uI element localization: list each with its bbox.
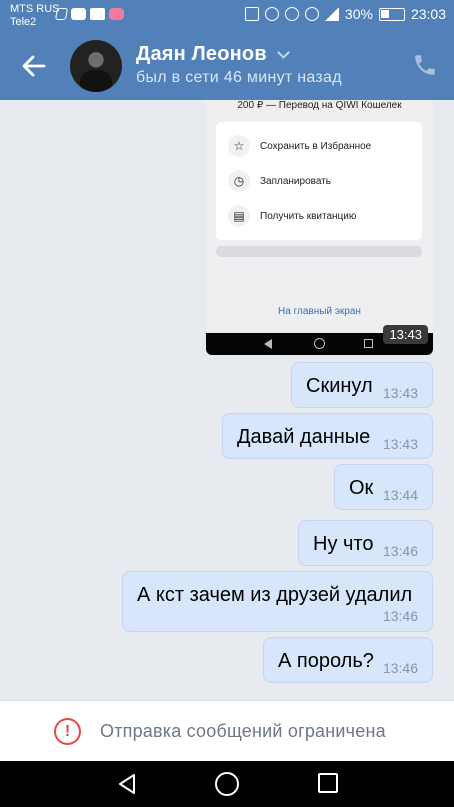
image-title: 200 ₽ — Перевод на QIWI Кошелек (237, 100, 402, 111)
message-bubble[interactable]: Скинул 13:43 (291, 362, 433, 408)
instagram-icon (109, 8, 124, 20)
arrow-left-icon[interactable] (18, 50, 50, 82)
message-bubble[interactable]: Давай данные 13:43 (222, 413, 433, 459)
message-bubble[interactable]: Ну что 13:46 (298, 520, 433, 566)
message-text: Скинул (306, 375, 373, 397)
restriction-bar: ! Отправка сообщений ограничена (0, 700, 454, 761)
message-time: 13:46 (382, 660, 418, 676)
image-actions-card: ☆ Сохранить в Избранное ◷ Запланировать … (216, 122, 422, 240)
youtube-icon (71, 8, 86, 20)
receipt-icon: ▤ (228, 205, 250, 227)
contact-name-text: Даян Леонов (136, 43, 267, 65)
message-time: 13:46 (382, 543, 418, 559)
last-seen: был в сети 46 минут назад (136, 69, 342, 86)
signal-icon (324, 7, 339, 21)
status-bar: MTS RUS Tele2 30% 23:03 (0, 0, 454, 32)
alarm-icon (264, 7, 279, 21)
message-bubble[interactable]: А пороль? 13:46 (263, 637, 433, 683)
avatar[interactable] (70, 40, 122, 92)
nav-recents-icon[interactable] (318, 773, 338, 793)
message-bubble[interactable]: Ок 13:44 (334, 464, 433, 510)
nav-home-icon[interactable] (215, 772, 239, 796)
mail-icon (90, 8, 105, 20)
image-progress-bar (216, 246, 422, 257)
recent-square-icon (364, 339, 373, 348)
chat-area[interactable]: 200 ₽ — Перевод на QIWI Кошелек ☆ Сохран… (0, 100, 454, 700)
restriction-text: Отправка сообщений ограничена (100, 721, 386, 741)
image-timestamp: 13:43 (383, 325, 428, 344)
message-time: 13:43 (382, 436, 418, 452)
carriers: MTS RUS Tele2 (10, 3, 60, 29)
back-triangle-icon (264, 339, 272, 349)
message-time: 13:43 (382, 385, 418, 401)
phone-icon[interactable] (412, 52, 438, 78)
message-text: Ок (349, 477, 374, 499)
image-home-link: На главный экран (278, 306, 361, 317)
message-text: Давай данные (237, 426, 371, 448)
image-action-row: ▤ Получить квитанцию (228, 204, 356, 228)
image-message[interactable]: 200 ₽ — Перевод на QIWI Кошелек ☆ Сохран… (206, 100, 433, 355)
message-bubble[interactable]: А кст зачем из друзей удалил 13:46 (122, 571, 433, 632)
nav-back-icon[interactable] (116, 773, 138, 795)
image-action-label: Запланировать (260, 175, 331, 187)
carrier-1: MTS RUS (10, 3, 60, 15)
mute-icon (244, 7, 259, 21)
carrier-2: Tele2 (10, 16, 37, 28)
system-navigation-bar (0, 761, 454, 807)
image-action-row: ☆ Сохранить в Избранное (228, 134, 371, 158)
battery-percent: 30% (344, 6, 373, 22)
wifi-icon (304, 7, 319, 21)
eye-icon (284, 7, 299, 21)
message-text: А кст зачем из друзей удалил (137, 584, 413, 606)
status-icons: 30% 23:03 (244, 6, 446, 22)
clock: 23:03 (410, 6, 446, 22)
contact-name[interactable]: Даян Леонов (136, 43, 290, 66)
chevron-down-icon (276, 45, 290, 59)
clock-icon: ◷ (228, 170, 250, 192)
image-action-label: Сохранить в Избранное (260, 140, 372, 152)
star-icon: ☆ (228, 135, 250, 157)
image-action-label: Получить квитанцию (260, 210, 357, 222)
app-icon (54, 8, 69, 20)
battery-icon (378, 7, 405, 21)
image-content: 200 ₽ — Перевод на QIWI Кошелек ☆ Сохран… (206, 100, 433, 333)
image-action-row: ◷ Запланировать (228, 169, 331, 193)
message-time: 13:44 (382, 487, 418, 503)
message-time: 13:46 (382, 608, 418, 624)
home-circle-icon (314, 338, 325, 349)
message-text: А пороль? (278, 650, 374, 672)
chat-header: Даян Леонов был в сети 46 минут назад (0, 32, 454, 100)
notification-icons (54, 8, 124, 20)
message-text: Ну что (313, 533, 374, 555)
warning-icon: ! (54, 718, 81, 745)
